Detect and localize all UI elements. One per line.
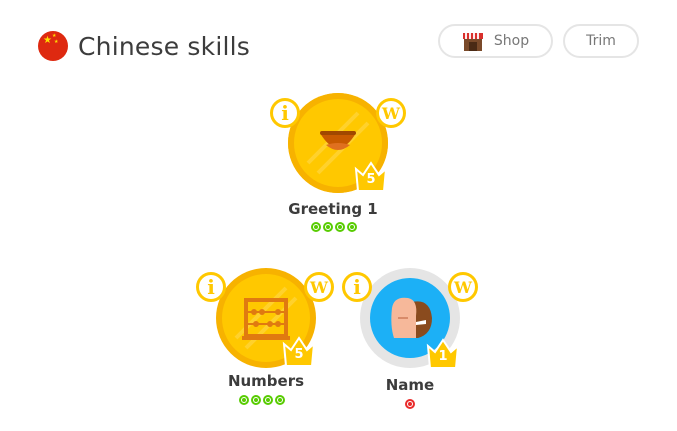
info-icon[interactable]: i (196, 272, 226, 302)
crown-level: 5 (366, 172, 376, 187)
skill-name: Greeting 1 (288, 200, 378, 218)
strength-dot (263, 395, 273, 405)
skill-greeting-1[interactable]: i W 5 Greeting 1 (268, 93, 406, 238)
crown-icon: 5 (282, 336, 316, 368)
strength-dot (335, 222, 345, 232)
crown-icon: 1 (426, 338, 460, 370)
skill-name-lesson[interactable]: i W 1 Name (340, 266, 480, 416)
words-icon[interactable]: W (376, 98, 406, 128)
strength-dot (239, 395, 249, 405)
strength-dot (405, 399, 415, 409)
strength-dot (251, 395, 261, 405)
shop-button[interactable]: Shop (438, 24, 553, 58)
skill-strength (405, 399, 415, 409)
skill-strength (239, 395, 285, 405)
trim-button-label: Trim (586, 33, 616, 49)
strength-dot (347, 222, 357, 232)
strength-dot (311, 222, 321, 232)
strength-dot (323, 222, 333, 232)
info-icon[interactable]: i (342, 272, 372, 302)
trim-button[interactable]: Trim (563, 24, 639, 58)
crown-level: 1 (438, 349, 448, 364)
crown-level: 5 (294, 347, 304, 362)
china-flag-icon: ★ ★ ★ (38, 31, 68, 61)
crown-icon: 5 (354, 161, 388, 193)
info-icon[interactable]: i (270, 98, 300, 128)
skill-name: Name (385, 376, 435, 394)
shop-button-label: Shop (493, 33, 530, 49)
words-icon[interactable]: W (448, 272, 478, 302)
page-header: ★ ★ ★ Chinese skills (38, 26, 250, 66)
skill-numbers[interactable]: i W 5 Numbers (196, 266, 336, 411)
shop-icon (462, 33, 483, 51)
page-title: Chinese skills (78, 31, 250, 61)
strength-dot (275, 395, 285, 405)
skill-strength (311, 222, 357, 232)
words-icon[interactable]: W (304, 272, 334, 302)
skill-name: Numbers (227, 372, 305, 390)
